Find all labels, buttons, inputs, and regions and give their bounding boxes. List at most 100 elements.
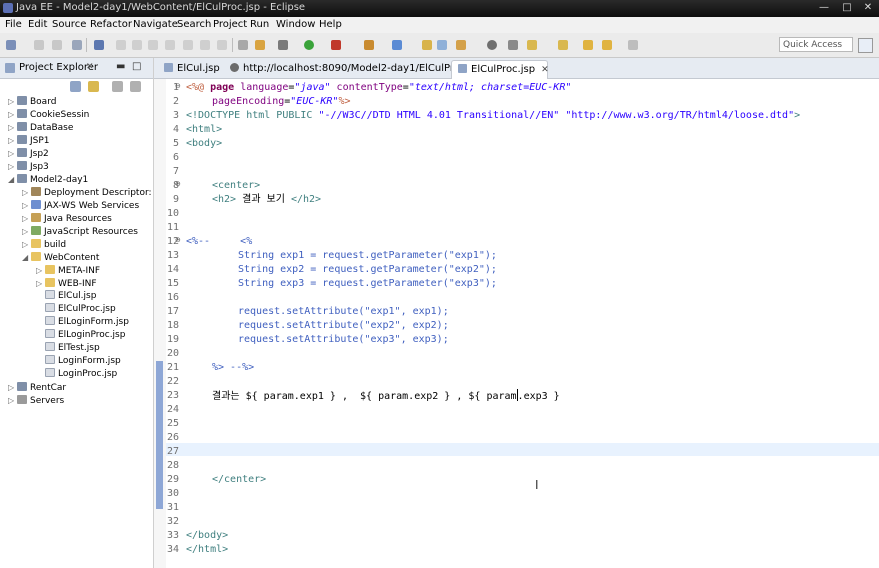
folder-icon (45, 265, 55, 274)
tree-item-rentcar[interactable]: ▷ RentCar (8, 381, 66, 394)
resume-icon[interactable] (116, 40, 126, 50)
new-icon[interactable] (6, 40, 16, 50)
current-line-highlight (166, 443, 879, 456)
toggle-icon[interactable] (238, 40, 248, 50)
menu-refactor[interactable]: Refactor (90, 19, 132, 30)
forward-icon[interactable] (628, 40, 638, 50)
external-tools-icon[interactable] (331, 40, 341, 50)
open-type-icon[interactable] (422, 40, 432, 50)
file-icon (45, 303, 55, 312)
code-line-3: <!DOCTYPE html PUBLIC "-//W3C//DTD HTML … (186, 110, 801, 121)
collapse-all-icon[interactable] (70, 81, 81, 92)
new-class-icon[interactable] (392, 40, 402, 50)
tree-item-java-resources[interactable]: ▷ Java Resources (22, 212, 112, 225)
project-icon (17, 148, 27, 157)
tree-item-javascript-resources[interactable]: ▷ JavaScript Resources (22, 225, 138, 238)
new-server-icon[interactable] (364, 40, 374, 50)
close-window-button[interactable]: ✕ (856, 0, 879, 16)
tree-item-deployment-descriptor[interactable]: ▷ Deployment Descriptor: M (22, 186, 162, 199)
tree-item-meta-inf[interactable]: ▷ META-INF (36, 264, 100, 277)
save-all-icon[interactable] (52, 40, 62, 50)
project-icon (17, 382, 27, 391)
file-icon (45, 316, 55, 325)
step-over-icon[interactable] (200, 40, 210, 50)
step-into-icon[interactable] (183, 40, 193, 50)
project-icon (17, 96, 27, 105)
last-edit-icon[interactable] (583, 40, 593, 50)
menu-edit[interactable]: Edit (28, 19, 47, 30)
globe-icon[interactable] (487, 40, 497, 50)
terminate-icon[interactable] (148, 40, 158, 50)
maximize-view-icon[interactable]: □ (132, 61, 141, 72)
tree-item-elloginform-jsp[interactable]: ElLoginForm.jsp (45, 316, 129, 329)
debug-icon[interactable] (278, 40, 288, 50)
tree-item-jsp2[interactable]: ▷ Jsp2 (8, 147, 49, 160)
close-icon[interactable]: ✕ (541, 65, 549, 75)
project-explorer-tab[interactable]: Project Explorer ✕ ▬ □ (0, 58, 153, 79)
jsp-file-icon (458, 64, 467, 73)
tree-item-build[interactable]: ▷ build (22, 238, 66, 251)
close-icon[interactable]: ✕ (86, 62, 94, 72)
code-line-23: 결과는 ${ param.exp1 } , ${ param.exp2 } , … (212, 389, 560, 402)
tab-browser-localhost[interactable]: http://localhost:8090/Model2-day1/ElCulP… (224, 60, 483, 78)
tree-item-elloginproc-jsp[interactable]: ElLoginProc.jsp (45, 329, 125, 342)
project-explorer-panel: Project Explorer ✕ ▬ □ ▷ Board ▷ CookieSes… (0, 58, 162, 568)
save-icon[interactable] (34, 40, 44, 50)
tree-item-loginproc-jsp[interactable]: LoginProc.jsp (45, 368, 117, 381)
tree-item-webcontent[interactable]: ◢ WebContent (22, 251, 99, 264)
tree-item-cookiesessin[interactable]: ▷ CookieSessin (8, 108, 89, 121)
code-line-33: </body> (186, 530, 229, 541)
print-icon[interactable] (72, 40, 82, 50)
menu-run[interactable]: Run (250, 19, 269, 30)
tree-item-elcul-jsp[interactable]: ElCul.jsp (45, 290, 96, 303)
tab-elcul-jsp[interactable]: ElCul.jsp (158, 60, 222, 78)
tree-item-board[interactable]: ▷ Board (8, 95, 56, 108)
editor-tab-bar: ElCul.jsp http://localhost:8090/Model2-d… (154, 58, 879, 79)
menu-window[interactable]: Window (276, 19, 315, 30)
quick-access-field[interactable]: Quick Access (779, 37, 853, 52)
open-task-icon[interactable] (437, 40, 447, 50)
search-icon[interactable] (456, 40, 466, 50)
minimize-button[interactable]: — (812, 0, 836, 16)
tab-elculproc-jsp[interactable]: ElCulProc.jsp ✕ (451, 60, 549, 79)
tree-item-web-inf[interactable]: ▷ WEB-INF (36, 277, 97, 290)
menu-project[interactable]: Project (213, 19, 247, 30)
view-menu-icon[interactable] (112, 81, 123, 92)
next-annotation-icon[interactable] (527, 40, 537, 50)
fold-icon[interactable]: ⊖ (175, 180, 181, 188)
suspend-icon[interactable] (132, 40, 142, 50)
project-icon (17, 122, 27, 131)
tree-item-jax-ws[interactable]: ▷ JAX-WS Web Services (22, 199, 139, 212)
chevron-down-icon[interactable] (130, 81, 141, 92)
tree-item-loginform-jsp[interactable]: LoginForm.jsp (45, 355, 121, 368)
menu-source[interactable]: Source (52, 19, 86, 30)
menu-navigate[interactable]: Navigate (133, 19, 178, 30)
server-icon[interactable] (255, 40, 265, 50)
minimize-view-icon[interactable]: ▬ (116, 61, 125, 72)
tree-item-model2-day1[interactable]: ◢ Model2-day1 (8, 173, 88, 186)
previous-annotation-icon[interactable] (558, 40, 568, 50)
tree-item-elculproc-jsp[interactable]: ElCulProc.jsp (45, 303, 116, 316)
annotation-icon[interactable] (508, 40, 518, 50)
tree-item-jsp3[interactable]: ▷ Jsp3 (8, 160, 49, 173)
menu-help[interactable]: Help (319, 19, 342, 30)
run-icon[interactable] (304, 40, 314, 50)
project-icon (17, 174, 27, 183)
menu-search[interactable]: Search (177, 19, 211, 30)
skip-breakpoints-icon[interactable] (94, 40, 104, 50)
tree-item-database[interactable]: ▷ DataBase (8, 121, 73, 134)
open-perspective-icon[interactable] (858, 38, 873, 53)
fold-icon[interactable]: ⊖ (175, 236, 181, 244)
code-editor: ElCul.jsp http://localhost:8090/Model2-d… (154, 58, 879, 568)
disconnect-icon[interactable] (165, 40, 175, 50)
menu-file[interactable]: File (5, 19, 22, 30)
step-return-icon[interactable] (217, 40, 227, 50)
folder-icon (31, 252, 41, 261)
code-line-17: request.setAttribute("exp1", exp1); (238, 306, 449, 317)
fold-icon[interactable]: ⊖ (175, 82, 181, 90)
link-with-editor-icon[interactable] (88, 81, 99, 92)
tree-item-jsp1[interactable]: ▷ JSP1 (8, 134, 50, 147)
back-icon[interactable] (602, 40, 612, 50)
tree-item-eltest-jsp[interactable]: ElTest.jsp (45, 342, 100, 355)
tree-item-servers[interactable]: ▷ Servers (8, 394, 64, 407)
